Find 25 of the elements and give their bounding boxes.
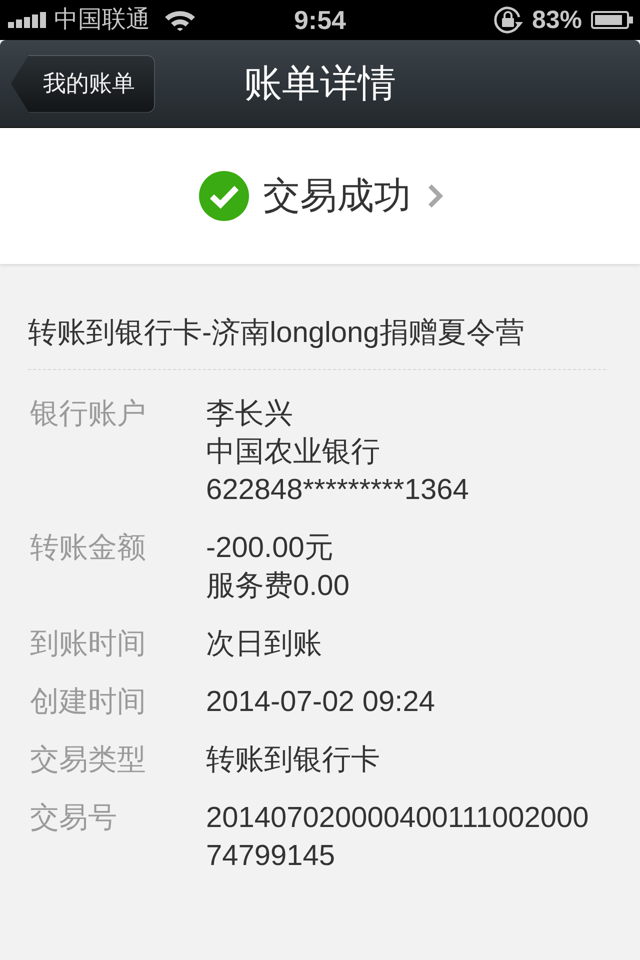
detail-value: 李长兴 中国农业银行 622848*********1364: [206, 397, 469, 508]
transaction-description: 转账到银行卡-济南longlong捐赠夏令营: [28, 316, 526, 351]
battery-icon: [591, 11, 633, 29]
wifi-icon: [164, 9, 196, 31]
chevron-icon[interactable]: [427, 184, 443, 208]
carrier-name: 中国联通: [54, 6, 150, 34]
page-title: 账单详情: [244, 62, 396, 106]
detail-value: 201407020000400111002000 74799145: [206, 801, 589, 874]
detail-label: 创建时间: [29, 685, 147, 720]
detail-label: 转账金额: [29, 531, 147, 566]
detail-value: 2014-07-02 09:24: [206, 685, 435, 720]
check-circle-icon: [199, 171, 249, 221]
clock-time: 9:54: [294, 5, 346, 35]
detail-label: 交易类型: [29, 743, 147, 778]
detail-value: 次日到账: [206, 627, 322, 662]
status-text: 交易成功: [263, 174, 411, 218]
detail-label: 到账时间: [29, 627, 147, 662]
back-button[interactable]: 我的账单: [11, 54, 155, 112]
detail-value: 转账到银行卡: [206, 743, 380, 778]
detail-label: 交易号: [29, 801, 118, 836]
detail-label: 银行账户: [29, 397, 147, 432]
signal-icon: [8, 12, 46, 28]
detail-value: -200.00元 服务费0.00: [206, 531, 350, 604]
battery-percent: 83%: [532, 5, 582, 35]
rotation-lock-icon: [492, 4, 524, 36]
